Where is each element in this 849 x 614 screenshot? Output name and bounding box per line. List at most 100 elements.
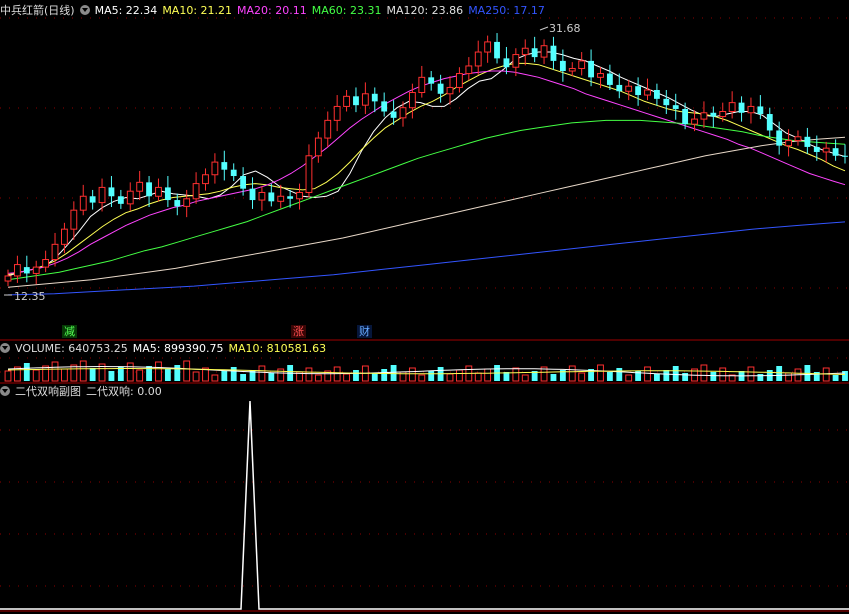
candle-body-down xyxy=(381,101,388,112)
candle-body-down xyxy=(240,176,247,189)
candle-body-down xyxy=(550,45,557,61)
volume-bar-down xyxy=(89,368,96,381)
candle-body-down xyxy=(268,192,275,202)
collapse-menu-icon[interactable] xyxy=(0,343,10,353)
volume-bar-up xyxy=(51,361,59,382)
volume-bar-up xyxy=(4,370,12,382)
candle-body-up xyxy=(785,140,792,147)
high-price-label: 31.68 xyxy=(549,22,581,35)
volume-ma10: MA10: 810581.63 xyxy=(228,342,327,355)
ma-legend-item: MA20: 20.11 xyxy=(237,4,307,17)
volume-bar-up xyxy=(625,374,633,382)
candle-body-up xyxy=(794,136,802,142)
volume-bar-down xyxy=(174,365,181,381)
candle-body-down xyxy=(559,60,566,72)
collapse-menu-icon[interactable] xyxy=(0,386,10,396)
ma-legend-item: MA5: 22.34 xyxy=(94,4,158,17)
volume-bar-up xyxy=(568,365,576,382)
candle-body-up xyxy=(42,259,50,268)
candle-body-down xyxy=(776,130,783,146)
price-panel-header: 中兵红箭(日线) MA5: 22.34 MA10: 21.21 MA20: 20.11… xyxy=(0,4,849,20)
candle-body-up xyxy=(126,190,134,205)
event-tag-zhang[interactable]: 涨 xyxy=(291,325,306,338)
candle-body-up xyxy=(324,119,332,139)
candle-body-down xyxy=(230,169,237,177)
candle-body-down xyxy=(682,108,689,125)
volume-bar-up xyxy=(155,361,162,382)
candle-body-up xyxy=(192,183,200,200)
candle-body-up xyxy=(4,275,12,282)
indicator-line xyxy=(0,400,849,610)
volume-bar-up xyxy=(343,373,350,382)
candle-body-up xyxy=(333,105,341,121)
volume-bar-down xyxy=(710,372,717,381)
candle-body-up xyxy=(700,112,708,120)
stock-name: 中兵红箭(日线) xyxy=(0,4,75,17)
candle-body-down xyxy=(531,48,538,58)
volume-bar-down xyxy=(606,372,613,381)
ma-legend: MA5: 22.34 MA10: 21.21 MA20: 20.11 MA60: 23… xyxy=(95,4,550,17)
candle-body-down xyxy=(437,83,444,94)
candle-body-up xyxy=(474,51,482,67)
candle-body-up xyxy=(728,102,736,112)
candle-body-down xyxy=(606,73,613,85)
volume-bar-up xyxy=(42,365,50,382)
volume-bar-up xyxy=(32,369,40,382)
candle-body-up xyxy=(277,195,285,202)
candle-body-down xyxy=(832,148,839,156)
collapse-menu-icon[interactable] xyxy=(79,5,90,15)
candle-body-up xyxy=(822,147,830,153)
candle-body-up xyxy=(343,95,350,107)
event-tag-cai[interactable]: 财 xyxy=(357,325,372,338)
candle-body-down xyxy=(428,77,435,84)
candle-body-down xyxy=(117,196,124,204)
candle-body-down xyxy=(108,187,115,197)
candle-body-down xyxy=(146,182,152,197)
candle-body-down xyxy=(710,112,717,117)
volume-bar-up xyxy=(418,374,426,382)
volume-bar-down xyxy=(832,375,839,381)
ma-line-ma250 xyxy=(7,221,846,296)
low-price-label: 12.35 xyxy=(14,290,46,303)
indicator-title: 二代双响副图 xyxy=(15,385,81,398)
ma-legend-item: MA120: 23.86 xyxy=(386,4,464,17)
event-tag-jian[interactable]: 减 xyxy=(62,325,77,338)
candle-body-down xyxy=(672,105,679,109)
volume-bar-up xyxy=(785,372,792,382)
volume-bar-down xyxy=(240,374,247,381)
volume-bar-up xyxy=(644,366,651,382)
volume-value: VOLUME: 640753.25 xyxy=(15,342,128,355)
volume-bar-up xyxy=(700,364,708,382)
volume-bar-up xyxy=(484,368,492,382)
stock-chart-canvas[interactable] xyxy=(0,0,849,614)
candle-body-up xyxy=(98,186,106,204)
candle-body-up xyxy=(512,54,520,68)
volume-panel-header: VOLUME: 640753.25 MA5: 899390.75 MA10: 810… xyxy=(0,342,849,358)
volume-bar-down xyxy=(371,373,378,381)
volume-bar-up xyxy=(719,367,727,382)
volume-bar-down xyxy=(230,367,237,381)
candle-body-up xyxy=(691,118,698,125)
candle-body-down xyxy=(494,41,500,59)
candle-body-up xyxy=(540,45,548,58)
volume-bar-down xyxy=(221,371,228,381)
candle-body-up xyxy=(70,209,78,230)
candle-body-up xyxy=(305,155,313,193)
candle-body-down xyxy=(287,196,294,199)
candle-body-down xyxy=(371,93,378,102)
candle-body-down xyxy=(616,84,623,92)
volume-bar-down xyxy=(390,365,397,381)
volume-bar-down xyxy=(616,368,623,381)
volume-bar-up xyxy=(474,372,482,382)
candle-body-down xyxy=(221,162,228,170)
ma-legend-item: MA60: 23.31 xyxy=(311,4,382,17)
volume-bar-up xyxy=(521,374,529,382)
candle-body-up xyxy=(211,161,219,176)
indicator-value: 二代双响: 0.00 xyxy=(86,385,162,398)
candle-body-up xyxy=(399,107,407,119)
candle-body-down xyxy=(23,267,30,274)
volume-bar-up xyxy=(192,371,200,382)
volume-bar-up xyxy=(578,372,586,382)
candle-body-up xyxy=(13,264,21,277)
volume-bar-down xyxy=(653,374,660,381)
